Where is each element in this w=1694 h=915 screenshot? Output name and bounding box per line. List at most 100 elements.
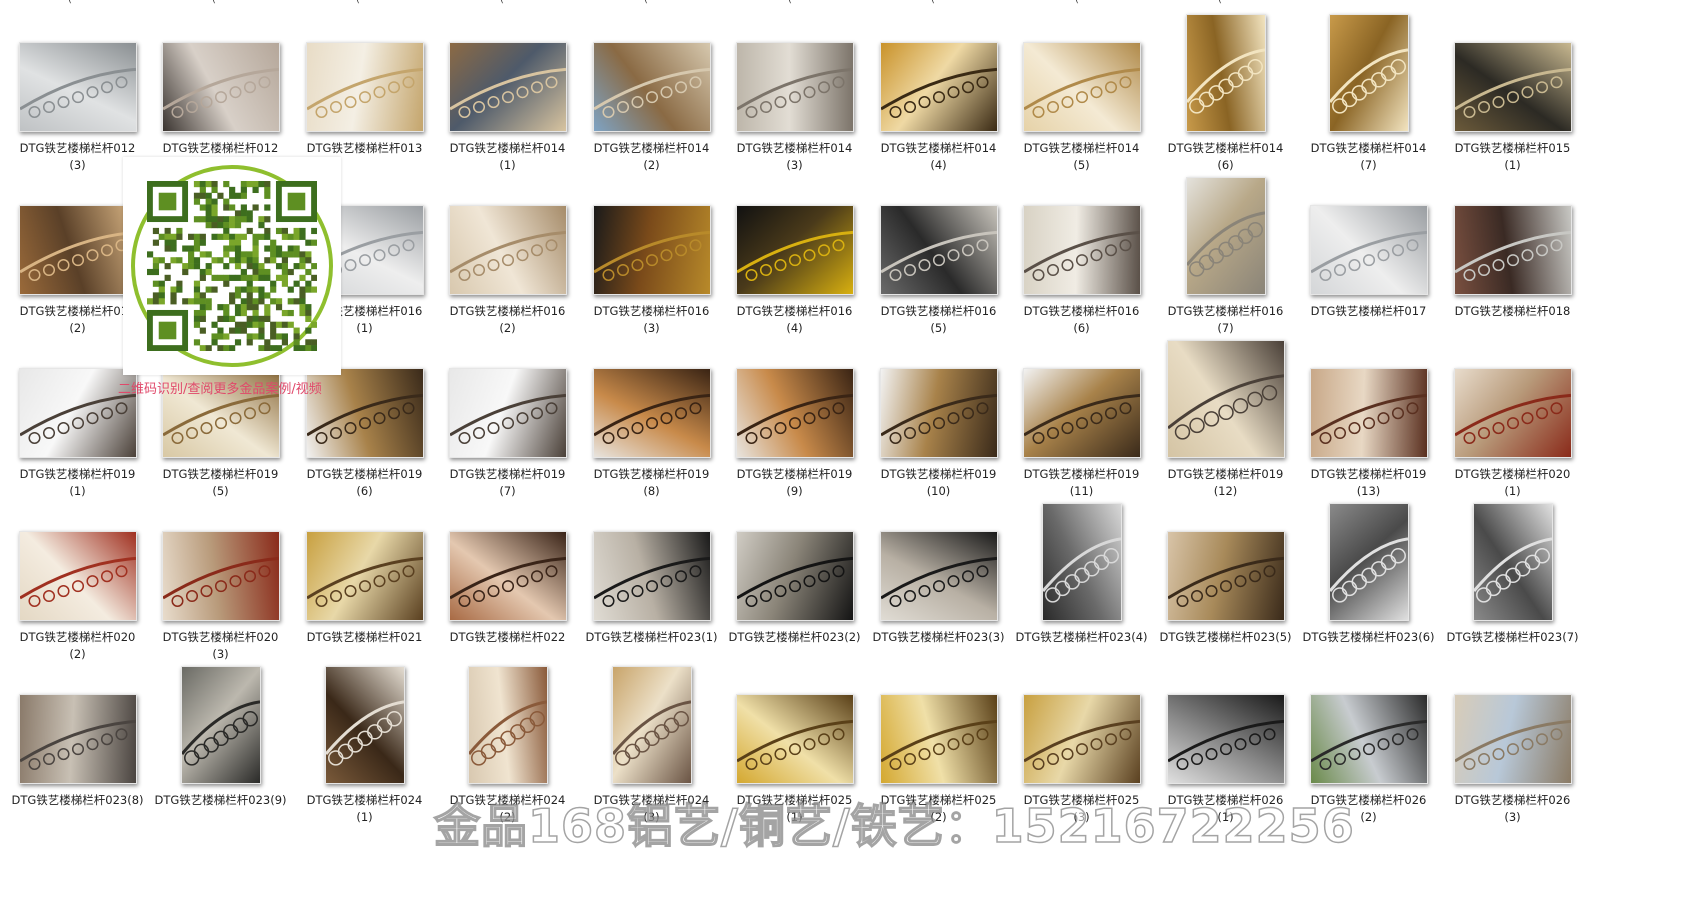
file-name: DTG铁艺楼梯栏杆018: [1454, 304, 1571, 318]
file-name: DTG铁艺楼梯栏杆019: [736, 467, 853, 481]
file-item[interactable]: DTG铁艺楼梯栏杆014 (4): [861, 8, 1016, 184]
file-item[interactable]: DTG铁艺楼梯栏杆014 (3): [717, 8, 872, 184]
railing-icon: [735, 719, 853, 771]
file-item[interactable]: DTG铁艺楼梯栏杆023(8): [0, 660, 155, 836]
file-item[interactable]: DTG铁艺楼梯栏杆026 (3): [1435, 660, 1590, 836]
file-label: DTG铁艺楼梯栏杆016 (6): [1004, 303, 1159, 337]
file-item[interactable]: DTG铁艺楼梯栏杆019 (13): [1291, 334, 1446, 510]
file-thumbnail: [448, 368, 567, 458]
file-label: DTG铁艺楼梯栏杆017: [1291, 303, 1446, 320]
railing-icon: [1328, 48, 1408, 114]
file-item[interactable]: DTG铁艺楼梯栏杆023(6): [1291, 497, 1446, 673]
file-item[interactable]: DTG铁艺楼梯栏杆016 (2): [430, 171, 585, 347]
railing-icon: [735, 393, 853, 445]
file-thumbnail: [1309, 694, 1428, 784]
file-label: DTG铁艺楼梯栏杆024 (1): [287, 792, 442, 826]
file-thumbnail: [592, 205, 711, 295]
railing-icon: [1453, 719, 1571, 771]
file-name: DTG铁艺楼梯栏杆016: [1167, 304, 1284, 318]
railing-icon: [735, 556, 853, 608]
file-item[interactable]: DTG铁艺楼梯栏杆016 (5): [861, 171, 1016, 347]
railing-icon: [592, 556, 710, 608]
file-item[interactable]: DTG铁艺楼梯栏杆023(4): [1004, 497, 1159, 673]
qr-code-overlay: [123, 157, 341, 375]
file-item[interactable]: DTG铁艺楼梯栏杆017: [1291, 171, 1446, 347]
file-item[interactable]: DTG铁艺楼梯栏杆018: [1435, 171, 1590, 347]
file-item[interactable]: DTG铁艺楼梯栏杆016 (7): [1148, 171, 1303, 347]
file-item[interactable]: DTG铁艺楼梯栏杆014 (1): [430, 8, 585, 184]
file-item[interactable]: DTG铁艺楼梯栏杆023(9): [143, 660, 298, 836]
file-name: DTG铁艺楼梯栏杆023(7): [1446, 630, 1579, 644]
railing-icon: [180, 700, 260, 766]
file-thumbnail: [161, 42, 280, 132]
file-label: DTG铁艺楼梯栏杆023(8): [0, 792, 155, 809]
railing-icon: [879, 230, 997, 282]
file-thumbnail: [467, 666, 548, 784]
file-thumbnail: [1328, 503, 1409, 621]
file-item[interactable]: DTG铁艺楼梯栏杆020 (1): [1435, 334, 1590, 510]
railing-icon: [448, 393, 566, 445]
file-thumbnail: [1022, 205, 1141, 295]
watermark-text: 金品168铝艺/铜艺/铁艺：15216722256: [433, 798, 1355, 854]
file-name: DTG铁艺楼梯栏杆019: [306, 467, 423, 481]
file-label: DTG铁艺楼梯栏杆023(2): [717, 629, 872, 646]
file-item[interactable]: DTG铁艺楼梯栏杆023(2): [717, 497, 872, 673]
file-thumbnail: [324, 666, 405, 784]
file-item[interactable]: DTG铁艺楼梯栏杆024 (1): [287, 660, 442, 836]
file-name: DTG铁艺楼梯栏杆016: [449, 304, 566, 318]
file-label: DTG铁艺楼梯栏杆019 (8): [574, 466, 729, 500]
file-name: DTG铁艺楼梯栏杆023(8): [11, 793, 144, 807]
file-label: DTG铁艺楼梯栏杆019 (7): [430, 466, 585, 500]
railing-icon: [879, 719, 997, 771]
file-item[interactable]: DTG铁艺楼梯栏杆014 (7): [1291, 8, 1446, 184]
railing-icon: [1453, 230, 1571, 282]
file-label: DTG铁艺楼梯栏杆023(9): [143, 792, 298, 809]
file-item[interactable]: DTG铁艺楼梯栏杆014 (5): [1004, 8, 1159, 184]
file-item[interactable]: DTG铁艺楼梯栏杆023(7): [1435, 497, 1590, 673]
file-label: DTG铁艺楼梯栏杆019 (10): [861, 466, 1016, 500]
file-item[interactable]: DTG铁艺楼梯栏杆020 (3): [143, 497, 298, 673]
file-item[interactable]: DTG铁艺楼梯栏杆016 (4): [717, 171, 872, 347]
file-thumbnail: [592, 368, 711, 458]
file-label: DTG铁艺楼梯栏杆014 (6): [1148, 140, 1303, 174]
file-item[interactable]: DTG铁艺楼梯栏杆019 (8): [574, 334, 729, 510]
railing-icon: [1166, 556, 1284, 608]
railing-icon: [1166, 719, 1284, 771]
file-item[interactable]: DTG铁艺楼梯栏杆014 (6): [1148, 8, 1303, 184]
file-thumbnail: [592, 531, 711, 621]
file-label: DTG铁艺楼梯栏杆015 (1): [1435, 140, 1590, 174]
file-label: DTG铁艺楼梯栏杆014 (1): [430, 140, 585, 174]
file-item[interactable]: DTG铁艺楼梯栏杆023(1): [574, 497, 729, 673]
file-item[interactable]: DTG铁艺楼梯栏杆021: [287, 497, 442, 673]
file-item[interactable]: DTG铁艺楼梯栏杆019 (11): [1004, 334, 1159, 510]
file-item[interactable]: DTG铁艺楼梯栏杆019 (12): [1148, 334, 1303, 510]
file-label: DTG铁艺楼梯栏杆019 (9): [717, 466, 872, 500]
file-label: DTG铁艺楼梯栏杆014 (2): [574, 140, 729, 174]
file-item[interactable]: DTG铁艺楼梯栏杆023(3): [861, 497, 1016, 673]
file-name: DTG铁艺楼梯栏杆023(4): [1015, 630, 1148, 644]
file-item[interactable]: DTG铁艺楼梯栏杆019 (10): [861, 334, 1016, 510]
file-name: DTG铁艺楼梯栏杆016: [736, 304, 853, 318]
file-label: DTG铁艺楼梯栏杆014 (5): [1004, 140, 1159, 174]
file-item[interactable]: DTG铁艺楼梯栏杆022: [430, 497, 585, 673]
file-label: DTG铁艺楼梯栏杆021: [287, 629, 442, 646]
railing-icon: [879, 556, 997, 608]
file-item[interactable]: DTG铁艺楼梯栏杆023(5): [1148, 497, 1303, 673]
file-thumbnail: [879, 368, 998, 458]
file-item[interactable]: DTG铁艺楼梯栏杆015 (1): [1435, 8, 1590, 184]
file-thumbnail: [735, 205, 854, 295]
file-item[interactable]: DTG铁艺楼梯栏杆020 (2): [0, 497, 155, 673]
file-item[interactable]: DTG铁艺楼梯栏杆014 (2): [574, 8, 729, 184]
file-thumbnail: [1022, 368, 1141, 458]
file-item[interactable]: DTG铁艺楼梯栏杆019 (7): [430, 334, 585, 510]
railing-icon: [1309, 393, 1427, 445]
railing-icon: [592, 67, 710, 119]
file-thumbnail: [1453, 368, 1572, 458]
railing-icon: [18, 230, 136, 282]
file-item[interactable]: DTG铁艺楼梯栏杆016 (6): [1004, 171, 1159, 347]
file-item[interactable]: DTG铁艺楼梯栏杆016 (3): [574, 171, 729, 347]
railing-icon: [18, 67, 136, 119]
file-grid: DTG铁艺楼梯栏杆012(3)DTG铁艺楼梯栏杆012(4)DTG铁艺楼梯栏杆0…: [0, 0, 1694, 915]
file-item[interactable]: DTG铁艺楼梯栏杆019 (9): [717, 334, 872, 510]
file-name: DTG铁艺楼梯栏杆019: [449, 467, 566, 481]
